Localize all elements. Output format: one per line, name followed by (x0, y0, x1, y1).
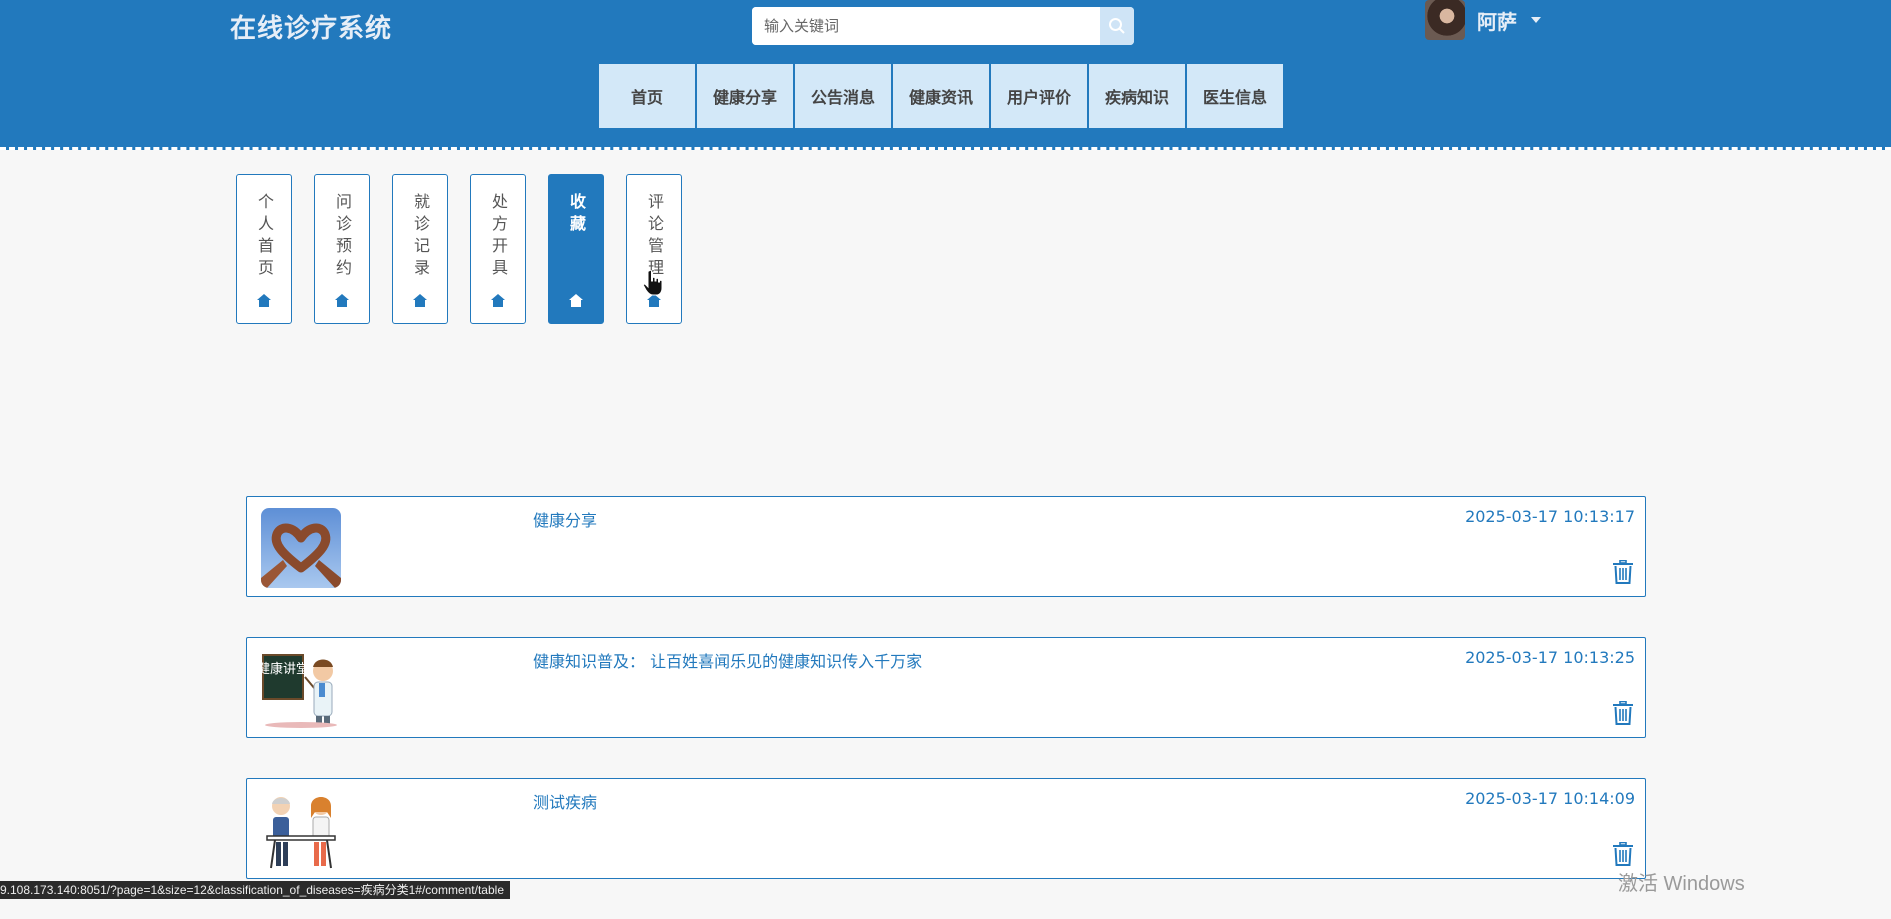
trash-icon[interactable] (1613, 842, 1633, 866)
header: 在线诊疗系统 阿萨 首页 健康分享 公告消息 健康资讯 用户评价 疾病知识 医生… (0, 0, 1891, 150)
windows-activation-watermark: 激活 Windows (1618, 873, 1745, 895)
home-icon (335, 294, 349, 307)
item-timestamp: 2025-03-17 10:13:25 (1465, 648, 1635, 667)
item-title[interactable]: 健康分享 (533, 507, 597, 531)
trash-icon[interactable] (1613, 560, 1633, 584)
tab-label: 评论管理 (645, 193, 664, 281)
tab-appointment[interactable]: 问诊预约 (314, 174, 370, 324)
home-icon (569, 294, 583, 307)
favorites-list: 健康分享 2025-03-17 10:13:17 健康讲堂 健康知识普及： 让百… (246, 496, 1646, 919)
chevron-down-icon[interactable] (1531, 17, 1541, 23)
home-icon (491, 294, 505, 307)
nav-item-user-reviews[interactable]: 用户评价 (991, 64, 1087, 128)
nav-item-health-news[interactable]: 健康资讯 (893, 64, 989, 128)
search-input[interactable] (752, 7, 1100, 45)
trash-icon[interactable] (1613, 701, 1633, 725)
user-menu[interactable]: 阿萨 (1425, 0, 1541, 40)
hand-cursor-icon (643, 270, 663, 296)
thumbnail[interactable] (261, 790, 341, 870)
item-timestamp: 2025-03-17 10:13:17 (1465, 507, 1635, 526)
avatar[interactable] (1425, 0, 1465, 40)
nav-item-health-share[interactable]: 健康分享 (697, 64, 793, 128)
home-icon (413, 294, 427, 307)
svg-text:健康讲堂: 健康讲堂 (261, 661, 309, 677)
site-title: 在线诊疗系统 (230, 14, 393, 44)
tab-favorites[interactable]: 收藏 (548, 174, 604, 324)
list-item[interactable]: 健康讲堂 健康知识普及： 让百姓喜闻乐见的健康知识传入千万家 2025-03-1… (246, 637, 1646, 738)
tab-label: 问诊预约 (333, 193, 352, 281)
list-item[interactable]: 测试疾病 2025-03-17 10:14:09 (246, 778, 1646, 879)
nav-item-disease-knowledge[interactable]: 疾病知识 (1089, 64, 1185, 128)
tab-personal-home[interactable]: 个人首页 (236, 174, 292, 324)
tab-label: 就诊记录 (411, 193, 430, 281)
main-nav: 首页 健康分享 公告消息 健康资讯 用户评价 疾病知识 医生信息 (599, 64, 1285, 128)
user-name[interactable]: 阿萨 (1477, 6, 1517, 35)
search-box (752, 7, 1134, 45)
tab-comment-management[interactable]: 评论管理 (626, 174, 682, 324)
health-lecture-cartoon: 健康讲堂 (261, 649, 341, 729)
list-item[interactable]: 健康分享 2025-03-17 10:13:17 (246, 496, 1646, 597)
thumbnail[interactable] (261, 508, 341, 588)
status-bar-url: 9.108.173.140:8051/?page=1&size=12&class… (0, 881, 510, 899)
thumbnail[interactable]: 健康讲堂 (261, 649, 341, 729)
doctor-patient-cartoon (261, 790, 341, 870)
tab-visit-records[interactable]: 就诊记录 (392, 174, 448, 324)
tab-label: 处方开具 (489, 193, 508, 281)
user-center-tabs: 个人首页 问诊预约 就诊记录 处方开具 收藏 评论管理 (236, 174, 704, 324)
search-icon (1109, 18, 1125, 34)
item-title[interactable]: 测试疾病 (533, 789, 597, 813)
tab-label: 个人首页 (255, 193, 274, 281)
home-icon (257, 294, 271, 307)
nav-item-home[interactable]: 首页 (599, 64, 695, 128)
heart-hands-photo (261, 508, 341, 588)
item-timestamp: 2025-03-17 10:14:09 (1465, 789, 1635, 808)
tab-label: 收藏 (567, 193, 586, 237)
tab-prescriptions[interactable]: 处方开具 (470, 174, 526, 324)
nav-item-announcements[interactable]: 公告消息 (795, 64, 891, 128)
item-title[interactable]: 健康知识普及： 让百姓喜闻乐见的健康知识传入千万家 (533, 648, 922, 672)
search-button[interactable] (1100, 7, 1134, 45)
nav-item-doctor-info[interactable]: 医生信息 (1187, 64, 1283, 128)
